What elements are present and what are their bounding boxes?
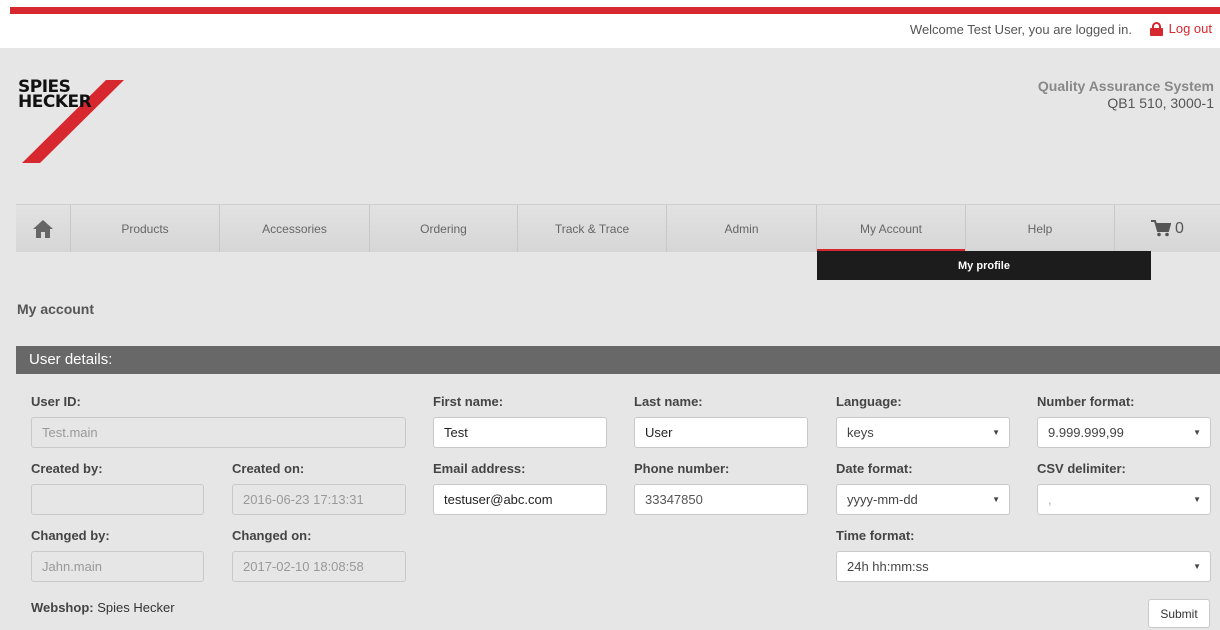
chevron-down-icon: ▼ bbox=[1193, 495, 1201, 504]
language-value: keys bbox=[847, 425, 874, 440]
nav-admin[interactable]: Admin bbox=[667, 205, 817, 252]
top-accent-line bbox=[10, 7, 1220, 14]
first-name-field[interactable]: Test bbox=[433, 417, 607, 448]
welcome-message: Welcome Test User, you are logged in. bbox=[909, 22, 1132, 37]
created-by-label: Created by: bbox=[31, 461, 103, 476]
chevron-down-icon: ▼ bbox=[1193, 428, 1201, 437]
lock-icon bbox=[1149, 21, 1163, 36]
date-format-label: Date format: bbox=[836, 461, 913, 476]
email-field[interactable]: testuser@abc.com bbox=[433, 484, 607, 515]
number-format-select[interactable]: 9.999.999,99 ▼ bbox=[1037, 417, 1211, 448]
brand-logo[interactable]: SPIES HECKER bbox=[18, 78, 128, 168]
logout-label: Log out bbox=[1168, 21, 1212, 36]
csv-delimiter-label: CSV delimiter: bbox=[1037, 461, 1126, 476]
csv-delimiter-select[interactable]: , ▼ bbox=[1037, 484, 1211, 515]
webshop-info: Webshop: Spies Hecker bbox=[31, 600, 175, 615]
changed-by-field: Jahn.main bbox=[31, 551, 204, 582]
phone-label: Phone number: bbox=[634, 461, 730, 476]
section-header-user-details: User details: bbox=[16, 346, 1220, 374]
main-nav: Products Accessories Ordering Track & Tr… bbox=[16, 204, 1220, 252]
home-icon bbox=[33, 219, 53, 238]
created-on-field: 2016-06-23 17:13:31 bbox=[232, 484, 406, 515]
nav-my-account[interactable]: My Account bbox=[817, 205, 966, 252]
user-id-label: User ID: bbox=[31, 394, 81, 409]
nav-home[interactable] bbox=[16, 205, 71, 252]
time-format-select[interactable]: 24h hh:mm:ss ▼ bbox=[836, 551, 1211, 582]
nav-products[interactable]: Products bbox=[71, 205, 220, 252]
email-label: Email address: bbox=[433, 461, 526, 476]
phone-field[interactable]: 33347850 bbox=[634, 484, 808, 515]
webshop-value: Spies Hecker bbox=[97, 600, 175, 615]
nav-accessories[interactable]: Accessories bbox=[220, 205, 370, 252]
nav-cart[interactable]: 0 bbox=[1115, 205, 1220, 252]
last-name-field[interactable]: User bbox=[634, 417, 808, 448]
time-format-value: 24h hh:mm:ss bbox=[847, 559, 929, 574]
system-code: QB1 510, 3000-1 bbox=[1107, 95, 1214, 111]
changed-by-label: Changed by: bbox=[31, 528, 110, 543]
language-label: Language: bbox=[836, 394, 902, 409]
logo-text-line2: HECKER bbox=[18, 92, 92, 112]
submenu-my-profile[interactable]: My profile bbox=[817, 251, 1151, 280]
chevron-down-icon: ▼ bbox=[992, 495, 1000, 504]
top-bar: Welcome Test User, you are logged in. Lo… bbox=[0, 0, 1220, 48]
system-name: Quality Assurance System bbox=[1037, 78, 1214, 94]
page-title: My account bbox=[17, 301, 95, 317]
changed-on-field: 2017-02-10 18:08:58 bbox=[232, 551, 406, 582]
first-name-label: First name: bbox=[433, 394, 504, 409]
chevron-down-icon: ▼ bbox=[992, 428, 1000, 437]
time-format-label: Time format: bbox=[836, 528, 915, 543]
csv-delimiter-value: , bbox=[1048, 492, 1052, 507]
main-area: SPIES HECKER Quality Assurance System QB… bbox=[0, 48, 1220, 630]
language-select[interactable]: keys ▼ bbox=[836, 417, 1010, 448]
last-name-label: Last name: bbox=[634, 394, 703, 409]
chevron-down-icon: ▼ bbox=[1193, 562, 1201, 571]
number-format-label: Number format: bbox=[1037, 394, 1135, 409]
logout-link[interactable]: Log out bbox=[1149, 21, 1212, 36]
date-format-value: yyyy-mm-dd bbox=[847, 492, 918, 507]
nav-track-trace[interactable]: Track & Trace bbox=[518, 205, 667, 252]
date-format-select[interactable]: yyyy-mm-dd ▼ bbox=[836, 484, 1010, 515]
created-on-label: Created on: bbox=[232, 461, 305, 476]
user-id-field: Test.main bbox=[31, 417, 406, 448]
webshop-label: Webshop: bbox=[31, 600, 94, 615]
cart-icon bbox=[1151, 220, 1172, 237]
nav-ordering[interactable]: Ordering bbox=[370, 205, 518, 252]
created-by-field bbox=[31, 484, 204, 515]
submit-button[interactable]: Submit bbox=[1148, 599, 1210, 628]
nav-help[interactable]: Help bbox=[966, 205, 1115, 252]
cart-count: 0 bbox=[1175, 219, 1184, 237]
system-info: Quality Assurance System QB1 510, 3000-1 bbox=[1038, 78, 1214, 112]
changed-on-label: Changed on: bbox=[232, 528, 312, 543]
number-format-value: 9.999.999,99 bbox=[1048, 425, 1124, 440]
